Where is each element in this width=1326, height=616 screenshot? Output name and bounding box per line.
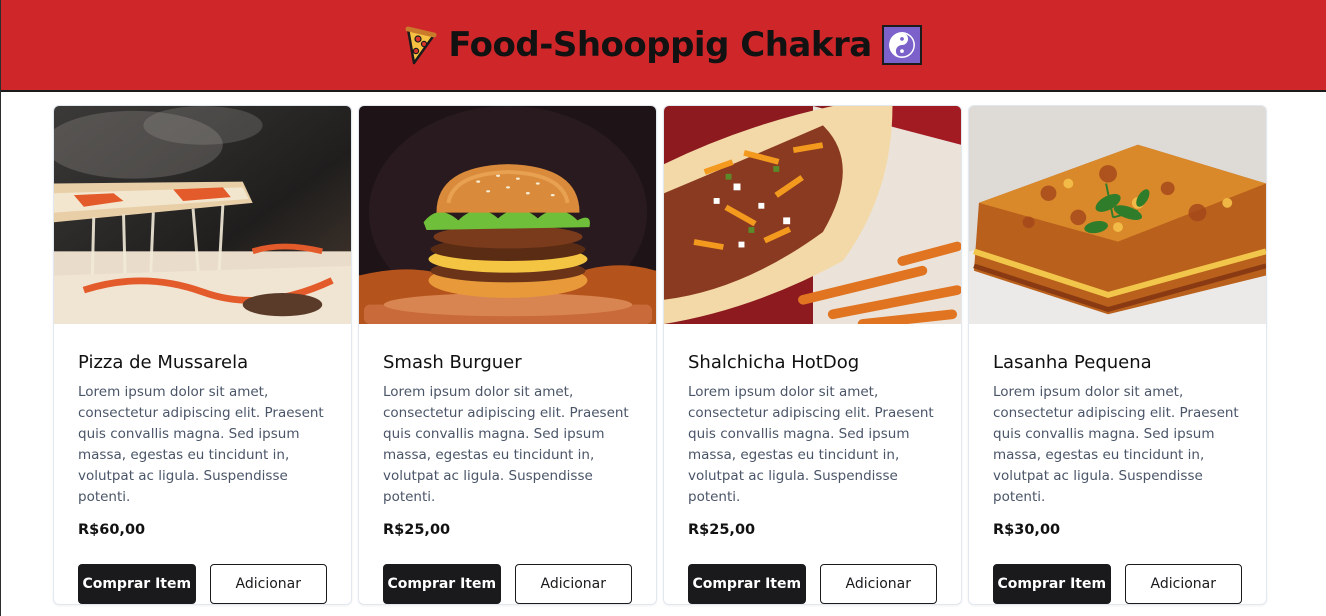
product-actions: Comprar Item Adicionar bbox=[54, 564, 351, 604]
site-header: Food-Shooppig Chakra bbox=[0, 0, 1326, 92]
product-description: Lorem ipsum dolor sit amet, consectetur … bbox=[383, 384, 629, 505]
product-price: R$30,00 bbox=[993, 522, 1061, 538]
product-title: Pizza de Mussarela bbox=[78, 352, 249, 373]
add-to-cart-button[interactable]: Adicionar bbox=[1124, 564, 1242, 604]
pizza-icon bbox=[404, 25, 438, 65]
product-card-pizza: Pizza de Mussarela Lorem ipsum dolor sit… bbox=[53, 105, 352, 605]
product-body: Pizza de Mussarela Lorem ipsum dolor sit… bbox=[54, 324, 351, 538]
buy-item-button[interactable]: Comprar Item bbox=[78, 564, 196, 604]
page-edge bbox=[0, 0, 1, 616]
site-title-text: Food-Shooppig Chakra bbox=[448, 25, 872, 65]
site-title: Food-Shooppig Chakra bbox=[404, 25, 922, 65]
product-price: R$60,00 bbox=[78, 522, 146, 538]
product-actions: Comprar Item Adicionar bbox=[664, 564, 961, 604]
product-title: Smash Burguer bbox=[383, 352, 522, 373]
product-card-burger: Smash Burguer Lorem ipsum dolor sit amet… bbox=[358, 105, 657, 605]
product-card-lasagna: Lasanha Pequena Lorem ipsum dolor sit am… bbox=[968, 105, 1267, 605]
product-description: Lorem ipsum dolor sit amet, consectetur … bbox=[993, 384, 1239, 505]
product-body: Lasanha Pequena Lorem ipsum dolor sit am… bbox=[969, 324, 1266, 538]
product-image-burger bbox=[359, 106, 656, 324]
product-card-hotdog: Shalchicha HotDog Lorem ipsum dolor sit … bbox=[663, 105, 962, 605]
add-to-cart-button[interactable]: Adicionar bbox=[209, 564, 327, 604]
product-title: Lasanha Pequena bbox=[993, 352, 1152, 373]
add-to-cart-button[interactable]: Adicionar bbox=[819, 564, 937, 604]
add-to-cart-button[interactable]: Adicionar bbox=[514, 564, 632, 604]
buy-item-button[interactable]: Comprar Item bbox=[383, 564, 501, 604]
product-grid: Pizza de Mussarela Lorem ipsum dolor sit… bbox=[53, 105, 1267, 605]
product-body: Smash Burguer Lorem ipsum dolor sit amet… bbox=[359, 324, 656, 538]
product-image-hotdog bbox=[664, 106, 961, 324]
product-title: Shalchicha HotDog bbox=[688, 352, 860, 373]
product-body: Shalchicha HotDog Lorem ipsum dolor sit … bbox=[664, 324, 961, 538]
product-price: R$25,00 bbox=[688, 522, 756, 538]
product-description: Lorem ipsum dolor sit amet, consectetur … bbox=[688, 384, 934, 505]
product-image-lasagna bbox=[969, 106, 1266, 324]
buy-item-button[interactable]: Comprar Item bbox=[688, 564, 806, 604]
product-actions: Comprar Item Adicionar bbox=[969, 564, 1266, 604]
yin-yang-icon bbox=[881, 25, 922, 65]
product-price: R$25,00 bbox=[383, 522, 451, 538]
product-description: Lorem ipsum dolor sit amet, consectetur … bbox=[78, 384, 324, 505]
product-image-pizza bbox=[54, 106, 351, 324]
buy-item-button[interactable]: Comprar Item bbox=[993, 564, 1111, 604]
product-actions: Comprar Item Adicionar bbox=[359, 564, 656, 604]
